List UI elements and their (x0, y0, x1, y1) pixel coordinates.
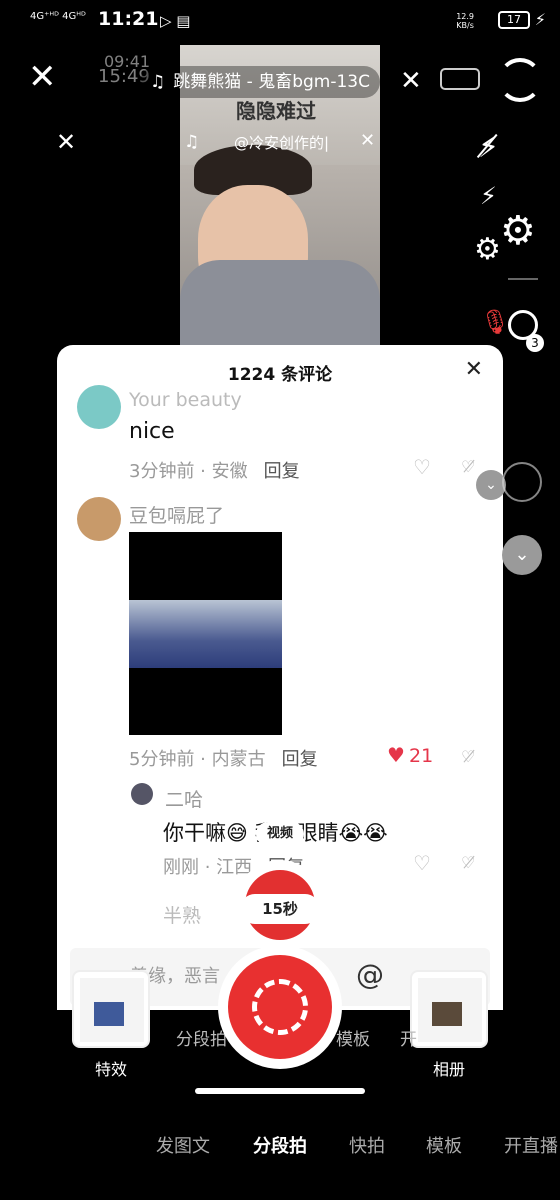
flash-off-icon[interactable]: ⚡̸ (478, 130, 499, 165)
preview-body (180, 260, 380, 350)
comment-meta: 3分钟前 · 安徽 回复 (129, 457, 300, 483)
tab-segment-shoot[interactable]: 分段拍 (253, 1132, 307, 1158)
music-title: 跳舞熊猫 - 鬼畜bgm-13C (173, 72, 370, 92)
dislike-icon[interactable]: ♡̸ (461, 853, 475, 872)
comment-time-location: 5分钟前 · 内蒙古 (129, 749, 266, 770)
home-indicator[interactable] (195, 1088, 365, 1094)
ghost-tab: 模板 (336, 1030, 370, 1050)
effects-label: 特效 (94, 1060, 127, 1079)
pip-close-icon[interactable]: ✕ (400, 66, 422, 96)
close-icon[interactable]: ✕ (28, 60, 57, 94)
comment-meta: 5分钟前 · 内蒙古 回复 (129, 745, 318, 771)
close-comments-icon[interactable]: ✕ (465, 357, 483, 382)
album-label: 相册 (432, 1060, 465, 1079)
like-heart-icon[interactable]: ♡ (413, 851, 431, 875)
music-selector[interactable]: ♫ 跳舞熊猫 - 鬼畜bgm-13C (140, 66, 380, 98)
ghost-tab: 开 (400, 1030, 417, 1050)
chevron-down-icon[interactable]: ⌄ (502, 535, 542, 575)
camera-screen: 4G⁺ᴴᴰ 4Gᴴᴰ 11:21 ▷ ▤ 12.9 KB/s 17 ⚡ 09:4… (0, 0, 560, 1200)
mic-off-icon[interactable]: 🎙 (480, 308, 510, 336)
avatar[interactable] (77, 497, 121, 541)
comment-user[interactable]: 豆包嗝屁了 (129, 501, 224, 528)
timer-count-badge: 3 (526, 334, 544, 352)
flash-small-icon[interactable]: ⚡ (480, 182, 497, 210)
like-heart-icon[interactable]: ♡ (413, 455, 431, 479)
comment-user[interactable]: 二哈 (165, 785, 203, 812)
music-note-icon: ♫ (150, 72, 166, 92)
pip-music-note-icon: ♫ (184, 132, 200, 152)
comment-user[interactable]: 半熟 (163, 901, 201, 928)
comment-text: nice (129, 419, 175, 444)
beauty-icon[interactable] (502, 462, 542, 502)
settings-gear-icon[interactable]: ⚙ (500, 208, 536, 254)
like-count: 21 (409, 745, 434, 767)
video-mode-pill[interactable]: 视频 (256, 822, 304, 846)
tab-template[interactable]: 模板 (426, 1132, 462, 1158)
effects-thumbnail[interactable] (72, 970, 150, 1048)
album-thumbnail[interactable] (410, 970, 488, 1048)
ghost-tab: 分段拍 (176, 1030, 227, 1050)
comment-time-location: 3分钟前 · 安徽 (129, 461, 248, 482)
comment-user[interactable]: Your beauty (129, 389, 242, 411)
comment-image-content (129, 600, 282, 668)
avatar[interactable] (131, 783, 153, 805)
duration-pill[interactable]: 15秒 (240, 894, 320, 924)
pip-close-icon-small[interactable]: ✕ (360, 130, 375, 151)
album-thumb-image (432, 1002, 462, 1026)
settings-gear-small-icon[interactable]: ⚙ (474, 232, 501, 267)
divider (508, 278, 538, 280)
reply-button[interactable]: 回复 (282, 749, 318, 770)
mention-icon[interactable]: @ (356, 958, 384, 991)
flip-camera-icon[interactable] (498, 58, 542, 102)
comment-image[interactable] (129, 532, 282, 735)
comment-time-location: 刚刚 · 江西 (163, 857, 253, 878)
comments-title: 1224 条评论 (227, 365, 333, 385)
pip-battery-icon (440, 68, 480, 90)
record-icon (252, 979, 308, 1035)
avatar[interactable] (77, 385, 121, 429)
tab-go-live[interactable]: 开直播 (504, 1132, 558, 1158)
liked-heart-icon[interactable]: ♥ (387, 743, 405, 767)
tab-quick-shoot[interactable]: 快拍 (349, 1132, 385, 1158)
dislike-icon[interactable]: ♡̸ (461, 457, 475, 476)
close-icon-secondary[interactable]: ✕ (56, 128, 76, 156)
pip-music-title: @冷安创作的| (234, 134, 330, 152)
reply-button[interactable]: 回复 (264, 461, 300, 482)
tab-post-image[interactable]: 发图文 (156, 1132, 210, 1158)
dislike-icon[interactable]: ♡̸ (461, 747, 475, 766)
effects-thumb-image (94, 1002, 124, 1026)
mode-tabs: 发图文 分段拍 快拍 模板 开直播 (0, 1126, 560, 1166)
